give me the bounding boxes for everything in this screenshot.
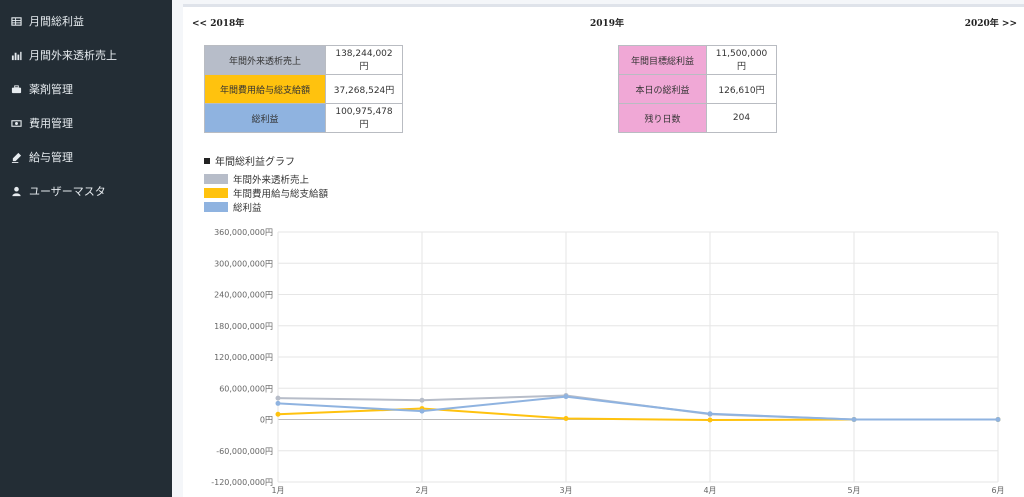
data-point: [419, 408, 425, 414]
series-line: [277, 394, 998, 421]
data-point: [419, 397, 425, 403]
data-point: [851, 417, 857, 422]
y-tick-label: 0円: [260, 416, 273, 425]
bar-chart-icon: [10, 49, 22, 61]
sidebar-item-3[interactable]: 費用管理: [0, 106, 172, 140]
sidebar-item-label: ユーザーマスタ: [29, 185, 106, 198]
x-tick-label: 4月: [703, 486, 716, 495]
y-tick-label: 240,000,000円: [214, 291, 273, 300]
data-point: [563, 415, 569, 421]
x-tick-label: 2月: [415, 486, 428, 495]
data-point: [707, 417, 713, 423]
briefcase-icon: [10, 83, 22, 95]
data-point: [707, 411, 713, 417]
profit-line-chart: 360,000,000円 300,000,000円 240,000,000円 180,…: [211, 228, 1004, 495]
y-tick-label: 180,000,000円: [214, 322, 273, 331]
y-tick-label: -120,000,000円: [211, 478, 273, 487]
x-tick-label: 1月: [271, 486, 284, 495]
x-tick-label: 3月: [559, 486, 572, 495]
sidebar-item-label: 月間外来透析売上: [29, 49, 117, 62]
table-icon: [10, 15, 22, 27]
data-point: [275, 411, 281, 417]
sidebar-item-4[interactable]: 給与管理: [0, 140, 172, 174]
data-point: [563, 394, 569, 400]
sidebar-item-1[interactable]: 月間外来透析売上: [0, 38, 172, 72]
main-panel: << 2018年 2019年 2020年 >> 年間外来透析売上 138,244,…: [183, 4, 1024, 497]
sidebar: 月間総利益月間外来透析売上 薬剤管理費用管理給与管理ユーザーマスタ: [0, 0, 172, 497]
sidebar-item-0[interactable]: 月間総利益: [0, 4, 172, 38]
data-point: [275, 400, 281, 406]
y-tick-label: 360,000,000円: [214, 228, 273, 237]
x-tick-label: 6月: [991, 486, 1004, 495]
series-line: [277, 407, 998, 422]
sidebar-item-label: 給与管理: [29, 151, 73, 164]
y-tick-label: 120,000,000円: [214, 353, 273, 362]
pen-icon: [10, 151, 22, 163]
data-point: [275, 395, 281, 401]
user-icon: [10, 185, 22, 197]
sidebar-item-2[interactable]: 薬剤管理: [0, 72, 172, 106]
y-tick-label: 300,000,000円: [214, 259, 273, 268]
data-point: [995, 417, 1001, 422]
y-tick-label: -60,000,000円: [216, 447, 273, 456]
sidebar-item-5[interactable]: ユーザーマスタ: [0, 174, 172, 208]
sidebar-item-label: 薬剤管理: [29, 83, 73, 96]
y-tick-label: 60,000,000円: [219, 384, 273, 393]
money-icon: [10, 117, 22, 129]
sidebar-item-label: 月間総利益: [29, 15, 84, 28]
sidebar-item-label: 費用管理: [29, 117, 73, 130]
x-tick-label: 5月: [847, 486, 860, 495]
